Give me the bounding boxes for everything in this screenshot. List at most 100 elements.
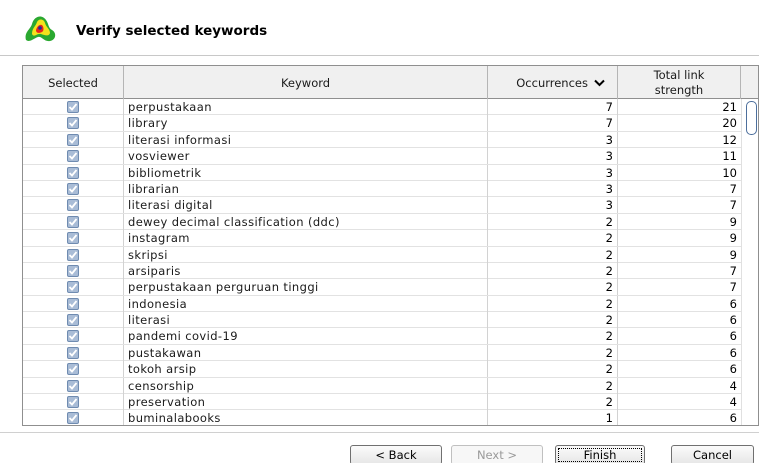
next-button[interactable]: Next > [451, 445, 543, 463]
selected-checkbox[interactable] [67, 346, 79, 359]
selected-cell [23, 377, 124, 394]
keyword-cell: pandemi covid-19 [124, 328, 488, 345]
occurrences-cell: 3 [488, 164, 618, 181]
table-row[interactable]: perpustakaan 7 21 [23, 99, 741, 116]
table-row[interactable]: library 7 20 [23, 115, 741, 132]
selected-cell [23, 148, 124, 165]
selected-cell [23, 213, 124, 230]
total-link-strength-cell: 7 [729, 181, 737, 196]
total-link-strength-cell: 6 [729, 329, 737, 344]
occurrences-cell: 2 [488, 295, 618, 312]
keywords-table: Selected Keyword Occurrences Total link … [22, 65, 759, 426]
selected-checkbox[interactable] [67, 150, 79, 163]
occurrences-cell: 7 [488, 99, 618, 115]
table-row[interactable]: indonesia 2 6 [23, 295, 741, 313]
selected-cell [23, 197, 124, 214]
table-row[interactable]: perpustakaan perguruan tinggi 2 7 [23, 279, 741, 296]
selected-cell [23, 246, 124, 263]
selected-checkbox[interactable] [67, 396, 79, 409]
table-row[interactable]: dewey decimal classification (ddc) 2 9 [23, 213, 741, 231]
keyword-cell: pustakawan [124, 344, 488, 361]
dialog-footer: < Back Next > Finish Cancel [0, 432, 759, 463]
total-link-strength-cell: 7 [729, 280, 737, 295]
occurrences-cell: 2 [488, 377, 618, 394]
selected-checkbox[interactable] [67, 281, 79, 294]
checkmark-icon [68, 332, 78, 341]
keyword-cell: dewey decimal classification (ddc) [124, 213, 488, 230]
vertical-scrollbar[interactable] [741, 99, 758, 425]
table-row[interactable]: censorship 2 4 [23, 377, 741, 395]
column-header-keyword[interactable]: Keyword [124, 66, 488, 99]
keyword-cell: buminalabooks [124, 410, 488, 425]
total-link-strength-cell: 7 [729, 263, 737, 278]
keyword-cell: skripsi [124, 246, 488, 263]
total-link-strength-cell: 6 [729, 296, 737, 311]
selected-checkbox[interactable] [67, 379, 79, 392]
column-header-selected[interactable]: Selected [23, 66, 124, 99]
selected-checkbox[interactable] [67, 215, 79, 228]
scrollbar-thumb[interactable] [746, 101, 757, 135]
table-row[interactable]: literasi informasi 3 12 [23, 131, 741, 149]
occurrences-cell: 2 [488, 394, 618, 411]
selected-checkbox[interactable] [67, 248, 79, 261]
table-row[interactable]: literasi 2 6 [23, 312, 741, 329]
selected-cell [23, 230, 124, 247]
checkmark-icon [68, 185, 78, 193]
occurrences-cell: 2 [488, 213, 618, 230]
keyword-cell: censorship [124, 377, 488, 394]
checkmark-icon [68, 201, 78, 210]
checkmark-icon [68, 136, 78, 144]
selected-cell [23, 99, 124, 115]
column-header-selected-label: Selected [48, 75, 98, 90]
checkmark-icon [68, 316, 78, 324]
table-row[interactable]: instagram 2 9 [23, 230, 741, 247]
column-header-occurrences[interactable]: Occurrences [488, 66, 618, 99]
selected-cell [23, 410, 124, 425]
selected-checkbox[interactable] [67, 412, 79, 425]
selected-checkbox[interactable] [67, 330, 79, 343]
occurrences-cell: 3 [488, 180, 618, 197]
selected-checkbox[interactable] [67, 182, 79, 195]
occurrences-cell: 2 [488, 262, 618, 279]
total-link-strength-cell: 6 [729, 411, 737, 426]
table-row[interactable]: preservation 2 4 [23, 394, 741, 411]
keyword-cell: tokoh arsip [124, 361, 488, 378]
table-row[interactable]: tokoh arsip 2 6 [23, 361, 741, 378]
selected-checkbox[interactable] [67, 314, 79, 327]
table-row[interactable]: vosviewer 3 11 [23, 148, 741, 165]
checkmark-icon [68, 283, 78, 292]
table-row[interactable]: skripsi 2 9 [23, 246, 741, 263]
selected-checkbox[interactable] [67, 117, 79, 130]
keyword-cell: indonesia [124, 295, 488, 312]
back-button[interactable]: < Back [350, 445, 442, 463]
table-row[interactable]: librarian 3 7 [23, 180, 741, 198]
checkmark-icon [68, 218, 78, 226]
column-header-total-link-strength[interactable]: Total link strength [618, 66, 741, 99]
selected-checkbox[interactable] [67, 101, 79, 113]
cancel-button[interactable]: Cancel [671, 445, 754, 463]
chevron-down-icon [594, 79, 605, 86]
table-row[interactable]: bibliometrik 3 10 [23, 164, 741, 181]
selected-checkbox[interactable] [67, 297, 79, 310]
selected-checkbox[interactable] [67, 199, 79, 212]
occurrences-cell: 3 [488, 148, 618, 165]
keyword-cell: perpustakaan perguruan tinggi [124, 279, 488, 296]
selected-checkbox[interactable] [67, 133, 79, 146]
checkmark-icon [68, 234, 78, 242]
table-row[interactable]: buminalabooks 1 6 [23, 410, 741, 426]
selected-checkbox[interactable] [67, 264, 79, 277]
checkmark-icon [68, 365, 78, 374]
column-header-occurrences-label: Occurrences [516, 75, 588, 90]
selected-checkbox[interactable] [67, 166, 79, 179]
finish-button[interactable]: Finish [555, 445, 645, 463]
occurrences-cell: 3 [488, 197, 618, 214]
table-row[interactable]: pandemi covid-19 2 6 [23, 328, 741, 345]
selected-checkbox[interactable] [67, 363, 79, 376]
selected-checkbox[interactable] [67, 232, 79, 245]
selected-cell [23, 361, 124, 378]
table-row[interactable]: literasi digital 3 7 [23, 197, 741, 214]
total-link-strength-cell: 21 [722, 100, 737, 114]
checkmark-icon [68, 168, 78, 177]
table-row[interactable]: pustakawan 2 6 [23, 344, 741, 362]
table-row[interactable]: arsiparis 2 7 [23, 262, 741, 280]
